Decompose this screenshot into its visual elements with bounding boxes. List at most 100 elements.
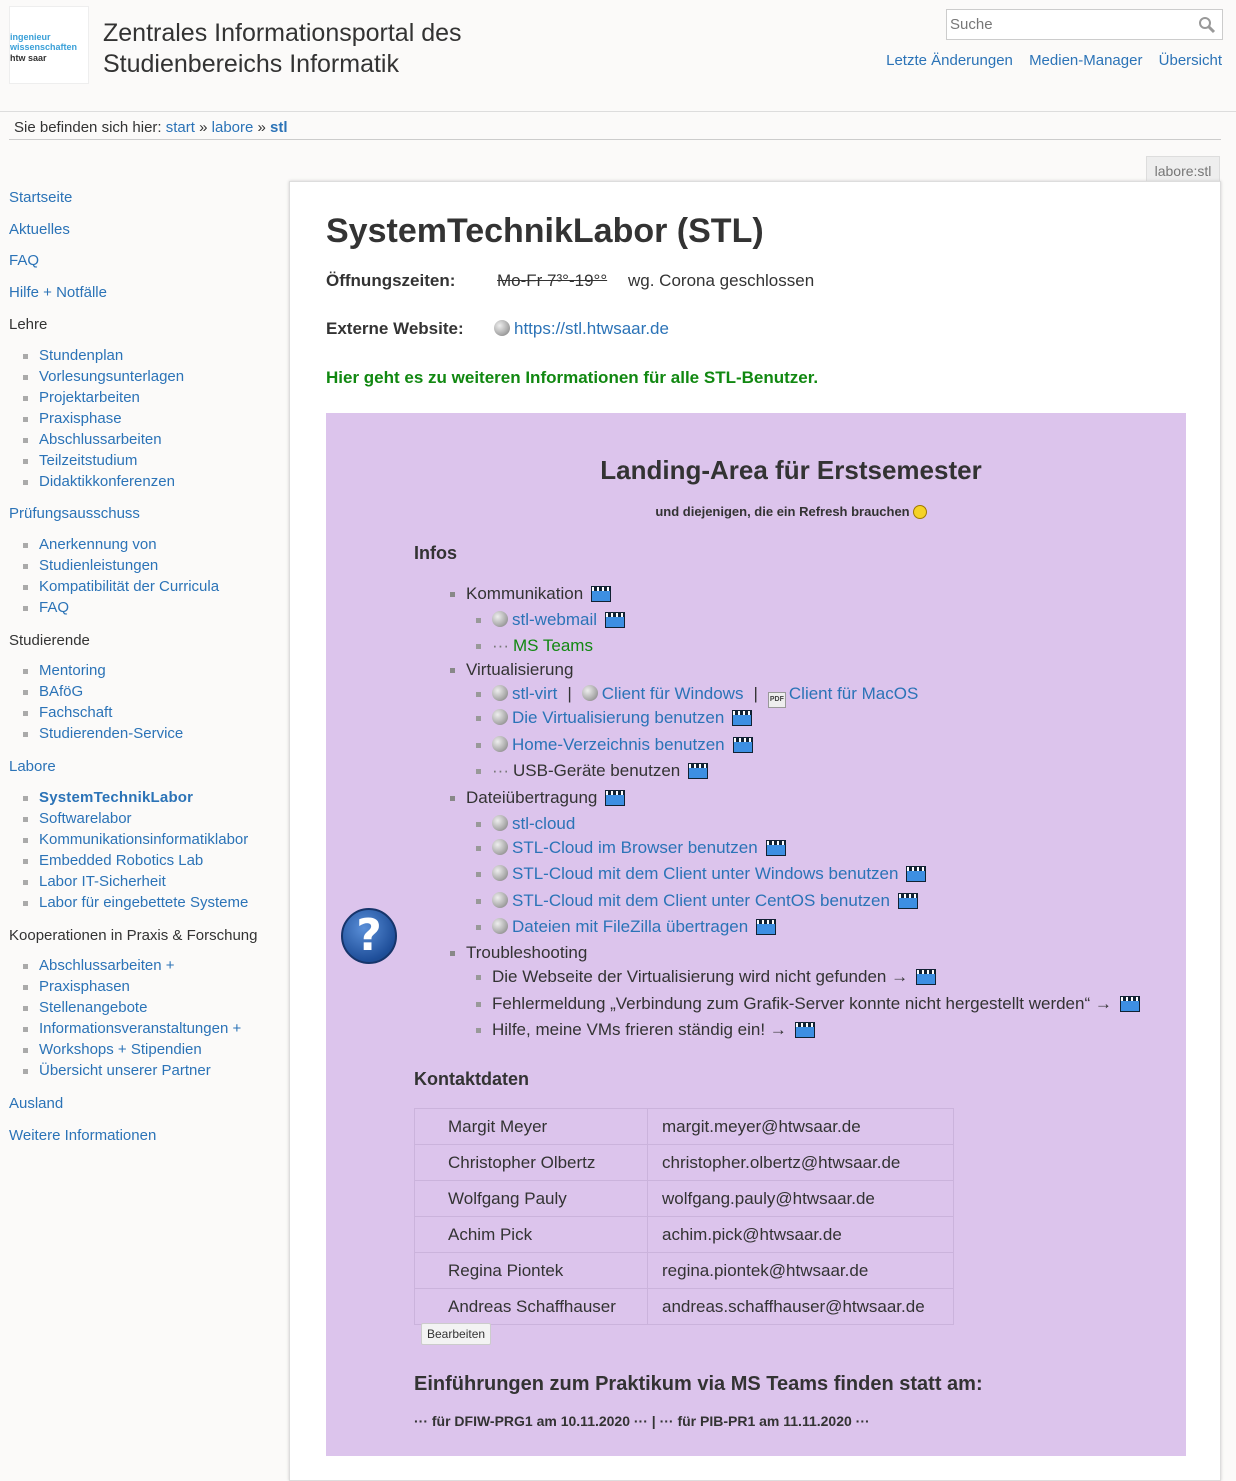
list-item-ts2: Fehlermeldung „Verbindung zum Grafik-Ser… bbox=[476, 993, 1140, 1015]
breadcrumb-labore[interactable]: labore bbox=[212, 119, 254, 136]
website-url[interactable]: https://stl.htwsaar.de bbox=[514, 319, 669, 338]
sidebar-item-faq[interactable]: FAQ bbox=[9, 252, 39, 269]
logo-text-1: ingenieur bbox=[10, 32, 51, 42]
ts3-label: Hilfe, meine VMs frieren ständig ein! → bbox=[492, 1020, 787, 1039]
sidebar-item-teilzeitstudium[interactable]: Teilzeitstudium bbox=[22, 450, 137, 471]
sidebar-item-eingebettete-systeme[interactable]: Labor für eingebettete Systeme bbox=[22, 892, 248, 913]
globe-icon bbox=[492, 611, 508, 627]
sidebar-item-partner[interactable]: Übersicht unserer Partner bbox=[23, 1060, 211, 1081]
sidebar-item-softwarelabor[interactable]: Softwarelabor bbox=[23, 808, 132, 829]
sidebar-item-stl[interactable]: SystemTechnikLabor bbox=[22, 787, 193, 808]
einfuehrung-heading: Einführungen zum Praktikum via MS Teams … bbox=[414, 1373, 983, 1395]
search-input[interactable] bbox=[947, 10, 1187, 39]
globe-icon bbox=[492, 815, 508, 831]
list-item-ts1: Die Webseite der Virtualisierung wird ni… bbox=[475, 966, 937, 988]
video-icon[interactable] bbox=[794, 1022, 815, 1038]
sidebar-item-aktuelles[interactable]: Aktuelles bbox=[9, 221, 70, 238]
list-item-virt-clients: stl-virt | Client für Windows | PDF Client fü… bbox=[475, 683, 918, 708]
dots-icon: ··· bbox=[492, 761, 509, 780]
cloud-centos-link[interactable]: STL-Cloud mit dem Client unter CentOS be… bbox=[512, 891, 890, 910]
virt-benutzen-link[interactable]: Die Virtualisierung benutzen bbox=[512, 708, 724, 727]
video-icon[interactable] bbox=[605, 790, 626, 806]
sidebar-item-hilfe[interactable]: Hilfe + Notfälle bbox=[9, 284, 107, 301]
globe-icon bbox=[494, 320, 510, 336]
sidebar-item-mentoring[interactable]: Mentoring bbox=[23, 660, 106, 681]
einfuehrung-text: ··· für DFIW-PRG1 am 10.11.2020 ··· | ··… bbox=[414, 1413, 870, 1429]
video-icon[interactable] bbox=[916, 969, 937, 985]
sidebar-item-embedded-robotics[interactable]: Embedded Robotics Lab bbox=[22, 850, 203, 871]
filezilla-link[interactable]: Dateien mit FileZilla übertragen bbox=[512, 917, 748, 936]
sidebar-item-ausland[interactable]: Ausland bbox=[9, 1095, 63, 1112]
stl-info-link[interactable]: Hier geht es zu weiteren Informationen f… bbox=[326, 368, 818, 388]
sidebar-item-fachschaft[interactable]: Fachschaft bbox=[22, 702, 112, 723]
video-icon[interactable] bbox=[688, 763, 709, 779]
sidebar-item-abschlussarbeiten[interactable]: Abschlussarbeiten bbox=[23, 429, 162, 450]
website-link[interactable]: https://stl.htwsaar.de bbox=[494, 319, 669, 339]
sidebar-item-studierenden-service[interactable]: Studierenden-Service bbox=[22, 723, 183, 744]
video-icon[interactable] bbox=[732, 710, 753, 726]
site-logo[interactable]: ingenieur wissenschaften htw saar bbox=[9, 6, 89, 84]
cloud-windows-link[interactable]: STL-Cloud mit dem Client unter Windows b… bbox=[512, 864, 898, 883]
breadcrumb-sep: » bbox=[257, 119, 266, 136]
usb-benutzen-label: USB-Geräte benutzen bbox=[512, 761, 681, 780]
hours-note: wg. Corona geschlossen bbox=[628, 271, 815, 290]
sidebar-item-projektarbeiten[interactable]: Projektarbeiten bbox=[23, 387, 140, 408]
sidebar-item-informationsveranstaltungen[interactable]: Informationsveranstaltungen + bbox=[22, 1018, 241, 1039]
sidebar-item-vorlesungsunterlagen[interactable]: Vorlesungsunterlagen bbox=[22, 366, 184, 387]
video-icon[interactable] bbox=[765, 840, 786, 856]
sidebar-item-anerkennung-cont[interactable]: Studienleistungen bbox=[22, 555, 158, 576]
sidebar-item-kommunikationsinformatiklabor[interactable]: Kommunikationsinformatiklabor bbox=[22, 829, 248, 850]
video-icon[interactable] bbox=[732, 737, 753, 753]
dots-icon: ··· bbox=[492, 636, 509, 655]
video-icon[interactable] bbox=[897, 893, 918, 909]
video-icon[interactable] bbox=[906, 866, 927, 882]
client-macos-link[interactable]: Client für MacOS bbox=[789, 684, 918, 703]
sidebar-item-abschlussarbeiten-praxis[interactable]: Abschlussarbeiten + bbox=[23, 955, 175, 976]
stl-cloud-link[interactable]: stl-cloud bbox=[512, 814, 575, 833]
table-row: Margit Meyer margit.meyer@htwsaar.de bbox=[414, 1108, 954, 1145]
client-windows-link[interactable]: Client für Windows bbox=[602, 684, 744, 703]
site-tools: Letzte Änderungen Medien-Manager Übersic… bbox=[874, 52, 1222, 69]
home-benutzen-link[interactable]: Home-Verzeichnis benutzen bbox=[512, 735, 725, 754]
globe-icon bbox=[492, 709, 508, 725]
recent-changes-link[interactable]: Letzte Änderungen bbox=[886, 52, 1013, 69]
sidebar-item-stundenplan[interactable]: Stundenplan bbox=[22, 345, 123, 366]
sidebar-item-pruefung-faq[interactable]: FAQ bbox=[22, 597, 69, 618]
landing-subtitle-text: und diejenigen, die ein Refresh brauchen bbox=[655, 504, 910, 519]
sidebar-item-it-sicherheit[interactable]: Labor IT-Sicherheit bbox=[23, 871, 166, 892]
sidebar-item-kompatibilitaet[interactable]: Kompatibilität der Curricula bbox=[22, 576, 219, 597]
sidebar-item-startseite[interactable]: Startseite bbox=[9, 189, 72, 206]
sidebar-item-pruefungsausschuss[interactable]: Prüfungsausschuss bbox=[9, 505, 140, 522]
breadcrumb-stl[interactable]: stl bbox=[270, 119, 288, 136]
sidebar-item-workshops[interactable]: Workshops + Stipendien bbox=[23, 1039, 202, 1060]
sidebar-item-didaktikkonferenzen[interactable]: Didaktikkonferenzen bbox=[23, 471, 175, 492]
stl-webmail-link[interactable]: stl-webmail bbox=[512, 610, 597, 629]
globe-icon bbox=[492, 736, 508, 752]
search-icon[interactable] bbox=[1198, 16, 1216, 34]
list-item-usb: ··· USB-Geräte benutzen bbox=[475, 760, 709, 782]
video-icon[interactable] bbox=[605, 612, 626, 628]
video-icon[interactable] bbox=[591, 586, 612, 602]
sidebar-item-bafoeg[interactable]: BAföG bbox=[22, 681, 83, 702]
sidebar-item-praxisphasen[interactable]: Praxisphasen bbox=[23, 976, 130, 997]
sidebar-item-labore[interactable]: Labore bbox=[9, 758, 56, 775]
site-title[interactable]: Zentrales Informationsportal des Studien… bbox=[103, 18, 462, 80]
stl-virt-link[interactable]: stl-virt bbox=[512, 684, 557, 703]
table-row: Andreas Schaffhauser andreas.schaffhauser… bbox=[414, 1288, 954, 1325]
ms-teams-link[interactable]: MS Teams bbox=[513, 636, 593, 655]
sidebar-item-anerkennung[interactable]: Anerkennung von bbox=[23, 534, 157, 555]
question-mark-icon: ? bbox=[341, 908, 397, 964]
sidebar-item-stellenangebote[interactable]: Stellenangebote bbox=[22, 997, 147, 1018]
media-manager-link[interactable]: Medien-Manager bbox=[1029, 52, 1142, 69]
video-icon[interactable] bbox=[1119, 996, 1140, 1012]
cloud-browser-link[interactable]: STL-Cloud im Browser benutzen bbox=[512, 838, 758, 857]
video-icon[interactable] bbox=[756, 919, 777, 935]
sidebar-item-praxisphase[interactable]: Praxisphase bbox=[23, 408, 122, 429]
breadcrumb-start[interactable]: start bbox=[166, 119, 195, 136]
sitemap-link[interactable]: Übersicht bbox=[1159, 52, 1222, 69]
list-item-datei: Dateiübertragung bbox=[449, 787, 626, 809]
breadcrumb-prefix: Sie befinden sich hier: bbox=[14, 119, 162, 136]
list-item-filezilla: Dateien mit FileZilla übertragen bbox=[475, 916, 777, 938]
edit-button[interactable]: Bearbeiten bbox=[421, 1323, 492, 1345]
sidebar-item-weitere[interactable]: Weitere Informationen bbox=[9, 1127, 156, 1144]
